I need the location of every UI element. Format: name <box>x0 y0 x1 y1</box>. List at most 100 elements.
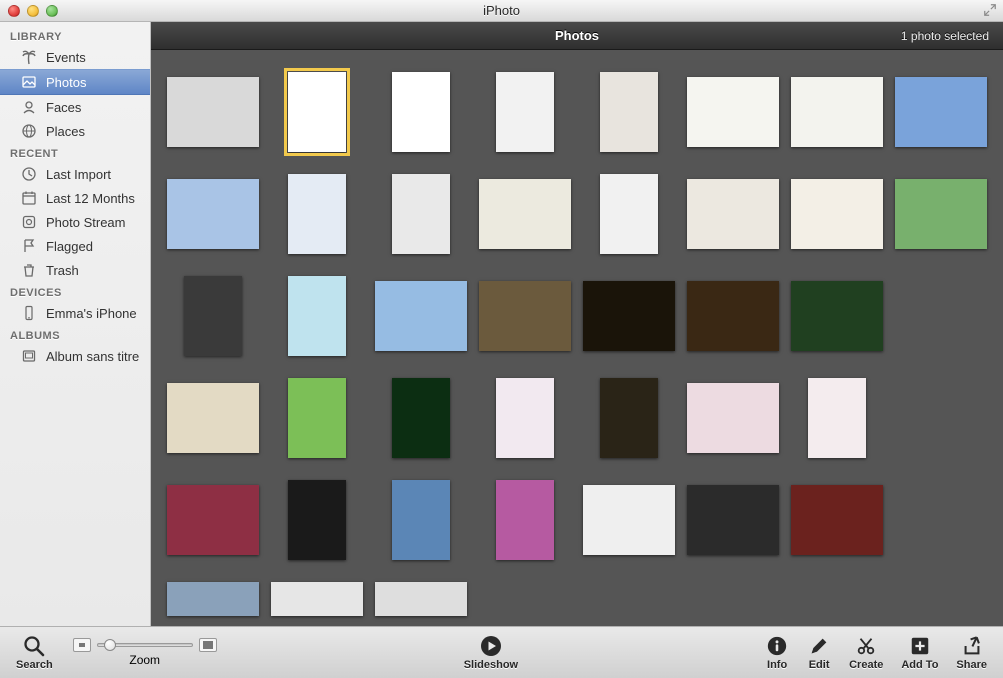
sidebar-item-label: Photos <box>46 75 86 90</box>
palm-tree-icon <box>20 48 38 66</box>
sidebar-item-label: Last Import <box>46 167 111 182</box>
fullscreen-icon[interactable] <box>983 3 997 17</box>
sidebar-item-emma-s-iphone[interactable]: Emma's iPhone <box>0 301 150 325</box>
traffic-lights <box>0 5 58 17</box>
minimize-window-button[interactable] <box>27 5 39 17</box>
photo-thumbnail[interactable] <box>600 174 658 254</box>
photo-thumbnail[interactable] <box>167 383 259 453</box>
photo-thumbnail[interactable] <box>479 179 571 249</box>
photo-thumbnail[interactable] <box>583 485 675 555</box>
photo-thumbnail[interactable] <box>167 77 259 147</box>
info-button[interactable]: Info <box>765 634 789 671</box>
sidebar-item-album-sans-titre[interactable]: Album sans titre <box>0 344 150 368</box>
photo-thumbnail[interactable] <box>496 480 554 560</box>
zoom-window-button[interactable] <box>46 5 58 17</box>
sidebar-item-places[interactable]: Places <box>0 119 150 143</box>
addto-button[interactable]: Add To <box>901 634 938 671</box>
photo-thumbnail[interactable] <box>167 179 259 249</box>
face-icon <box>20 98 38 116</box>
photo-thumbnail[interactable] <box>392 378 450 458</box>
calendar-icon <box>20 189 38 207</box>
sidebar-item-label: Events <box>46 50 86 65</box>
sidebar-item-last-import[interactable]: Last Import <box>0 162 150 186</box>
photo-thumbnail[interactable] <box>687 281 779 351</box>
photo-thumbnail[interactable] <box>375 281 467 351</box>
plus-square-icon <box>908 634 932 658</box>
photo-thumbnail[interactable] <box>288 378 346 458</box>
edit-button[interactable]: Edit <box>807 634 831 671</box>
create-button[interactable]: Create <box>849 634 883 671</box>
pencil-icon <box>807 634 831 658</box>
sidebar-item-label: Photo Stream <box>46 215 126 230</box>
photo-thumbnail[interactable] <box>808 378 866 458</box>
photo-thumbnail[interactable] <box>479 281 571 351</box>
photo-thumbnail[interactable] <box>600 72 658 152</box>
sidebar-item-events[interactable]: Events <box>0 45 150 69</box>
zoom-slider-knob[interactable] <box>104 639 116 651</box>
zoom-in-button[interactable] <box>199 638 217 652</box>
photo-thumbnail[interactable] <box>392 174 450 254</box>
addto-label: Add To <box>901 659 938 671</box>
sidebar-section-header: ALBUMS <box>0 325 150 344</box>
photo-thumbnail[interactable] <box>687 485 779 555</box>
sidebar-item-label: Places <box>46 124 85 139</box>
sidebar-item-trash[interactable]: Trash <box>0 258 150 282</box>
photo-thumbnail[interactable] <box>791 281 883 351</box>
content-header: Photos 1 photo selected <box>151 22 1003 50</box>
share-button[interactable]: Share <box>956 634 987 671</box>
photo-thumbnail[interactable] <box>392 480 450 560</box>
photo-thumbnail[interactable] <box>496 378 554 458</box>
photo-thumbnail[interactable] <box>271 582 363 616</box>
photo-thumbnail[interactable] <box>791 179 883 249</box>
photostream-icon <box>20 213 38 231</box>
photo-thumbnail[interactable] <box>600 378 658 458</box>
zoom-out-button[interactable] <box>73 638 91 652</box>
info-label: Info <box>767 659 787 671</box>
photo-thumbnail[interactable] <box>288 480 346 560</box>
sidebar-section-header: RECENT <box>0 143 150 162</box>
photo-thumbnail[interactable] <box>687 77 779 147</box>
sidebar-item-label: Flagged <box>46 239 93 254</box>
photo-thumbnail[interactable] <box>392 72 450 152</box>
photo-thumbnail[interactable] <box>167 485 259 555</box>
photo-thumbnail[interactable] <box>687 383 779 453</box>
photo-thumbnail[interactable] <box>791 77 883 147</box>
main-area: LIBRARYEventsPhotosFacesPlacesRECENTLast… <box>0 22 1003 626</box>
photo-thumbnail[interactable] <box>791 485 883 555</box>
zoom-slider[interactable] <box>97 643 193 647</box>
sidebar-item-label: Album sans titre <box>46 349 139 364</box>
photo-grid-scroll[interactable] <box>151 50 1003 626</box>
trash-icon <box>20 261 38 279</box>
photo-thumbnail[interactable] <box>583 281 675 351</box>
sidebar-item-flagged[interactable]: Flagged <box>0 234 150 258</box>
photo-thumbnail[interactable] <box>687 179 779 249</box>
photos-icon <box>20 73 38 91</box>
search-icon <box>22 634 46 658</box>
photo-thumbnail[interactable] <box>288 72 346 152</box>
sidebar-item-faces[interactable]: Faces <box>0 95 150 119</box>
sidebar-item-photo-stream[interactable]: Photo Stream <box>0 210 150 234</box>
zoom-slider-group: Zoom <box>73 638 217 667</box>
photo-thumbnail[interactable] <box>288 174 346 254</box>
photo-thumbnail[interactable] <box>496 72 554 152</box>
sidebar-item-label: Trash <box>46 263 79 278</box>
sidebar-item-photos[interactable]: Photos <box>0 69 150 95</box>
share-icon <box>960 634 984 658</box>
sidebar-item-label: Emma's iPhone <box>46 306 137 321</box>
sidebar-item-last-12-months[interactable]: Last 12 Months <box>0 186 150 210</box>
photo-thumbnail[interactable] <box>895 179 987 249</box>
search-button[interactable]: Search <box>16 634 53 671</box>
photo-thumbnail[interactable] <box>895 77 987 147</box>
photo-thumbnail[interactable] <box>375 582 467 616</box>
slideshow-button[interactable]: Slideshow <box>464 634 518 671</box>
photo-thumbnail[interactable] <box>184 276 242 356</box>
close-window-button[interactable] <box>8 5 20 17</box>
content-area: Photos 1 photo selected <box>151 22 1003 626</box>
photo-grid <box>151 50 1003 626</box>
album-icon <box>20 347 38 365</box>
iphone-icon <box>20 304 38 322</box>
globe-icon <box>20 122 38 140</box>
photo-thumbnail[interactable] <box>288 276 346 356</box>
window-titlebar: iPhoto <box>0 0 1003 22</box>
photo-thumbnail[interactable] <box>167 582 259 616</box>
